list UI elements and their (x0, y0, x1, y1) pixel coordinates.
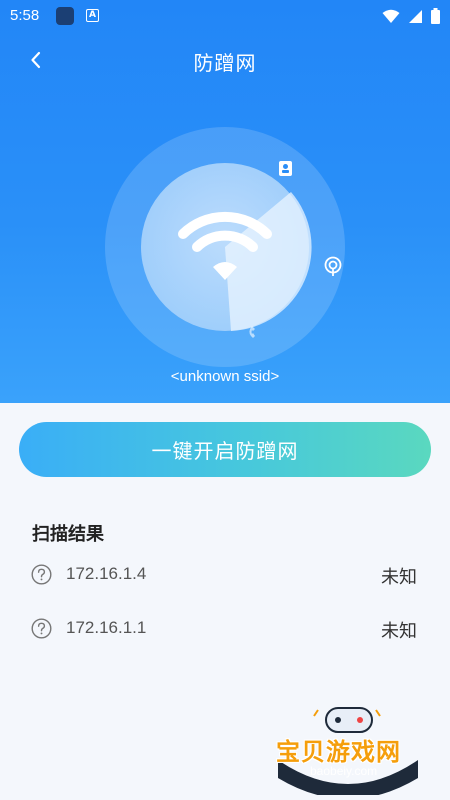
list-item[interactable]: 172.16.1.4 未知 (0, 557, 450, 593)
watermark-logo: 宝贝游戏网 baobeiy.com (268, 700, 428, 795)
a-notification-icon: A (86, 9, 99, 22)
device-ip: 172.16.1.4 (66, 564, 147, 583)
watermark-url: baobeiy.com (310, 764, 378, 778)
wifi-icon (382, 9, 400, 23)
header-background: 5:58 A 防蹭网 <unknown ssid> (0, 0, 450, 403)
wifi-radar-graphic (105, 127, 345, 367)
device-status: 未知 (381, 621, 417, 642)
device-status: 未知 (381, 567, 417, 588)
ssid-label: <unknown ssid> (170, 368, 280, 385)
status-time: 5:58 (10, 7, 40, 24)
enable-protection-button[interactable]: 一键开启防蹭网 (19, 422, 431, 477)
app-notification-icon (56, 7, 74, 25)
status-icons (382, 7, 440, 25)
list-item[interactable]: 172.16.1.1 未知 (0, 611, 450, 647)
signal-icon (409, 9, 422, 23)
watermark-brand: 宝贝游戏网 (276, 738, 401, 766)
device-ip: 172.16.1.1 (66, 618, 147, 637)
question-circle-icon (31, 618, 52, 639)
battery-icon (431, 8, 440, 24)
scan-results-title: 扫描结果 (32, 524, 104, 545)
contact-card-icon (279, 161, 292, 176)
page-title: 防蹭网 (193, 51, 257, 75)
question-circle-icon (31, 564, 52, 585)
status-bar: 5:58 A (0, 0, 450, 32)
title-bar: 防蹭网 (0, 38, 450, 84)
